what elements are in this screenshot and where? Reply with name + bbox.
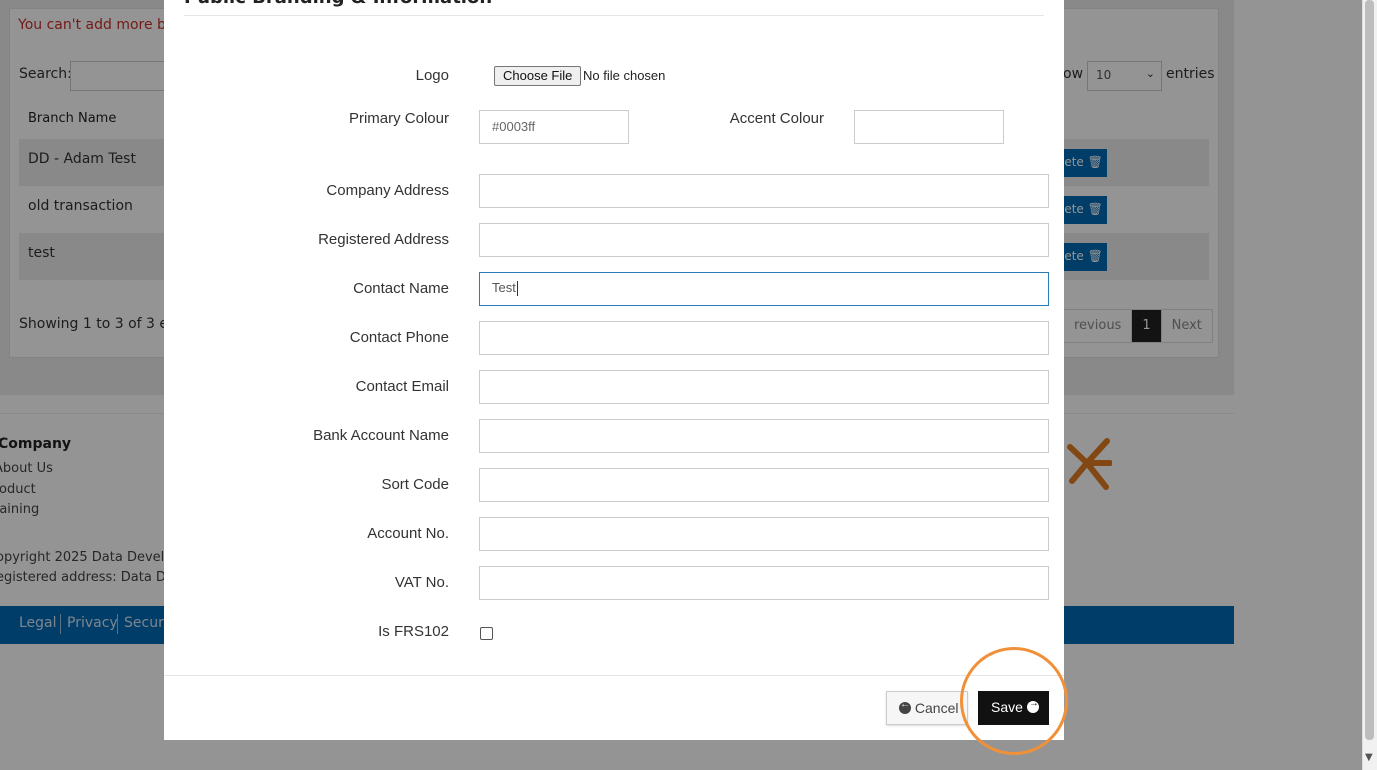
file-status: No file chosen [583,68,666,83]
accent-colour-label: Accent Colour [729,110,824,127]
page-scrollbar[interactable]: ▼ [1362,0,1377,770]
contact-email-label: Contact Email [355,378,449,395]
sort-code-label: Sort Code [381,476,449,493]
modal-title: Public Branding & Information [184,0,492,8]
frs102-label: Is FRS102 [378,623,449,640]
bank-account-name-input[interactable] [479,419,1049,453]
contact-email-input[interactable] [479,370,1049,404]
accent-colour-input[interactable] [854,110,1004,144]
registered-address-label: Registered Address [318,231,449,248]
bank-account-name-label: Bank Account Name [313,427,449,444]
contact-name-input[interactable]: Test [479,272,1049,306]
logo-label: Logo [415,67,449,84]
sort-code-input[interactable] [479,468,1049,502]
contact-name-label: Contact Name [353,280,449,297]
contact-name-value: Test [492,280,516,295]
contact-phone-label: Contact Phone [349,329,449,346]
frs102-checkbox[interactable] [480,627,493,640]
choose-file-button[interactable]: Choose File [494,66,582,86]
cancel-label: Cancel [914,700,959,716]
save-button-highlight-ring [960,647,1068,755]
primary-colour-value: #0003ff [492,119,536,134]
contact-phone-input[interactable] [479,321,1049,355]
company-address-input[interactable] [479,174,1049,208]
scroll-down-arrow-icon[interactable]: ▼ [1365,752,1373,763]
cancel-button[interactable]: ← Cancel [886,691,968,725]
modal-header-divider [184,15,1044,16]
company-address-label: Company Address [326,182,449,199]
scrollbar-thumb[interactable] [1365,0,1374,740]
registered-address-input[interactable] [479,223,1049,257]
account-no-label: Account No. [367,525,449,542]
account-no-input[interactable] [479,517,1049,551]
primary-colour-input[interactable]: #0003ff [479,110,629,144]
arrow-left-circle-icon: ← [899,699,911,714]
modal-footer-divider [164,675,1064,676]
vat-no-label: VAT No. [394,574,449,591]
text-caret [516,281,518,297]
vat-no-input[interactable] [479,566,1049,600]
primary-colour-label: Primary Colour [348,110,449,127]
branding-modal: Public Branding & Information Logo Choos… [164,0,1064,740]
